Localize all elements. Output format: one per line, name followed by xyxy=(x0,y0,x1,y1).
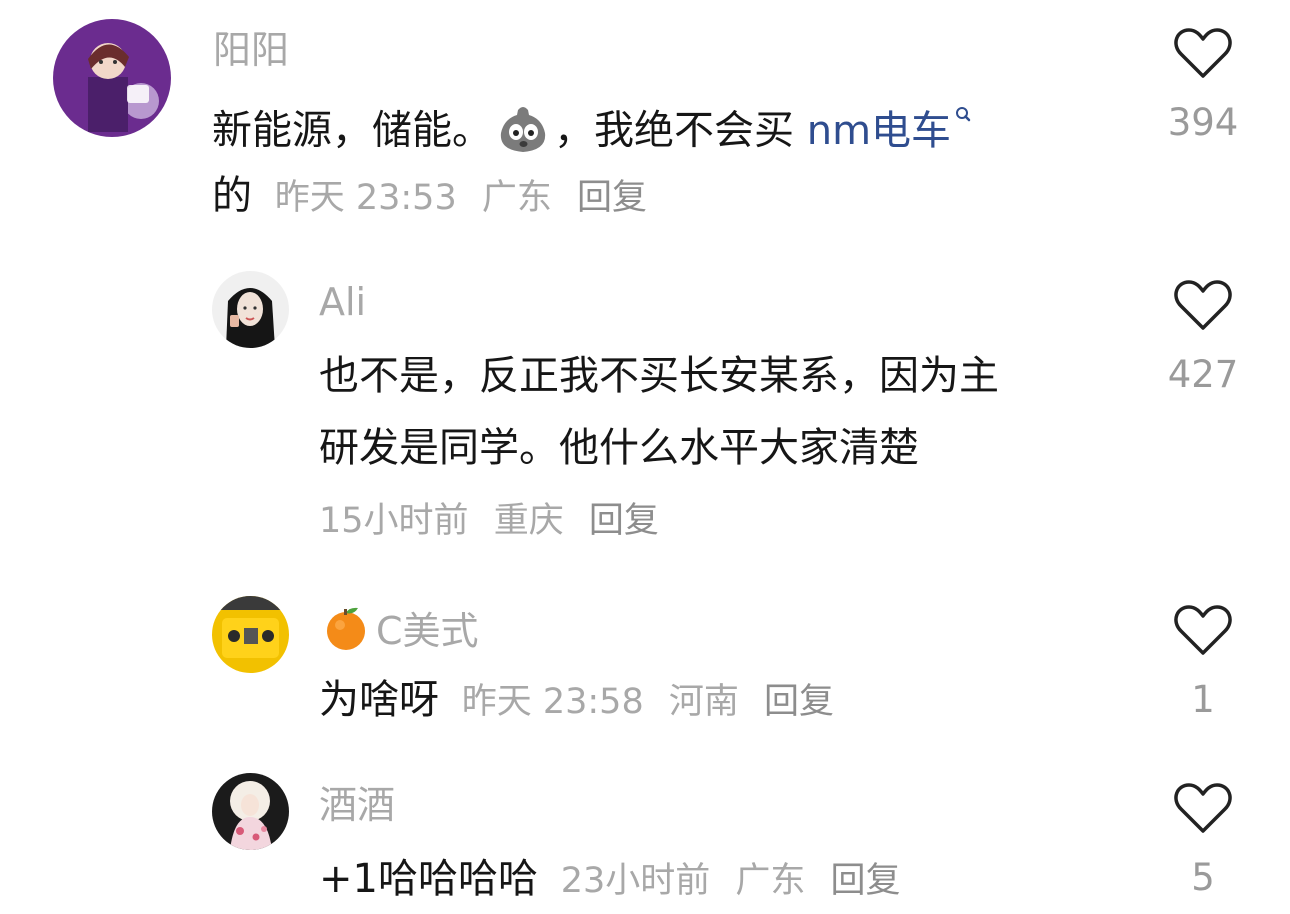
like-button[interactable]: 5 xyxy=(1143,783,1263,896)
comment-location: 河南 xyxy=(668,682,739,722)
comment-time: 15小时前 xyxy=(319,501,469,541)
heart-icon xyxy=(1174,28,1232,78)
orange-emoji-icon xyxy=(322,605,370,657)
comment-text-part: 新能源，储能。 xyxy=(212,107,492,154)
comment-text-line2: 研发是同学。他什么水平大家清楚 xyxy=(319,425,919,471)
comment-text: 新能源，储能。 ，我绝不会买 nm电车 xyxy=(212,104,977,161)
reply-button[interactable]: 回复 xyxy=(831,861,901,901)
avatar[interactable] xyxy=(53,19,171,137)
avatar[interactable] xyxy=(212,596,289,673)
username[interactable]: C美式 xyxy=(322,605,479,657)
comment-text: +1哈哈哈哈 23小时前 广东 回复 xyxy=(319,859,901,899)
comment-location: 广东 xyxy=(735,861,806,901)
search-keyword-text: nm电车 xyxy=(806,107,952,154)
comment-meta: 23小时前 广东 回复 xyxy=(561,861,901,901)
comment-text-part: +1哈哈哈哈 xyxy=(319,856,538,902)
comment-meta: 昨天 23:53 广东 回复 xyxy=(275,178,647,218)
username-text: C美式 xyxy=(376,609,479,653)
comment-meta: 15小时前 重庆 回复 xyxy=(319,504,659,539)
like-button[interactable]: 427 xyxy=(1143,280,1263,393)
comment-meta: 昨天 23:58 河南 回复 xyxy=(462,682,834,722)
comment-text-part: ，我绝不会买 xyxy=(554,107,807,154)
avatar[interactable] xyxy=(212,271,289,348)
comment-location: 重庆 xyxy=(493,501,564,541)
comment-text-line2: 的 昨天 23:53 广东 回复 xyxy=(212,176,647,216)
reply-button[interactable]: 回复 xyxy=(577,178,647,218)
comment-time: 23小时前 xyxy=(560,861,711,901)
search-keyword-link[interactable]: nm电车 xyxy=(806,107,977,154)
username[interactable]: 阳阳 xyxy=(213,31,289,69)
like-count: 1 xyxy=(1191,678,1215,721)
heart-icon xyxy=(1174,605,1232,655)
comment-text-part: 的 xyxy=(212,173,252,219)
like-button[interactable]: 394 xyxy=(1143,28,1263,141)
comment-time: 昨天 23:58 xyxy=(461,682,644,722)
username[interactable]: 酒酒 xyxy=(319,786,395,824)
comment-text-part: 为啥呀 xyxy=(319,677,439,723)
comment-text: 也不是，反正我不买长安某系，因为主 xyxy=(319,353,999,399)
avatar[interactable] xyxy=(212,773,289,850)
like-count: 5 xyxy=(1191,856,1215,899)
comment-time: 昨天 23:53 xyxy=(274,178,457,218)
comment-location: 广东 xyxy=(481,178,552,218)
search-icon xyxy=(956,107,971,122)
reply-button[interactable]: 回复 xyxy=(589,501,659,541)
heart-icon xyxy=(1174,280,1232,330)
comment-list: 阳阳 新能源，储能。 ，我绝不会买 nm电车 的 昨天 23:53 广东 回复 xyxy=(0,0,1290,914)
like-count: 394 xyxy=(1167,101,1239,144)
username[interactable]: Ali xyxy=(319,283,366,321)
like-count: 427 xyxy=(1167,353,1239,396)
like-button[interactable]: 1 xyxy=(1143,605,1263,718)
comment-text: 为啥呀 昨天 23:58 河南 回复 xyxy=(319,680,834,720)
reply-button[interactable]: 回复 xyxy=(764,682,834,722)
frightened-face-emoji-icon xyxy=(496,104,550,161)
heart-icon xyxy=(1174,783,1232,833)
